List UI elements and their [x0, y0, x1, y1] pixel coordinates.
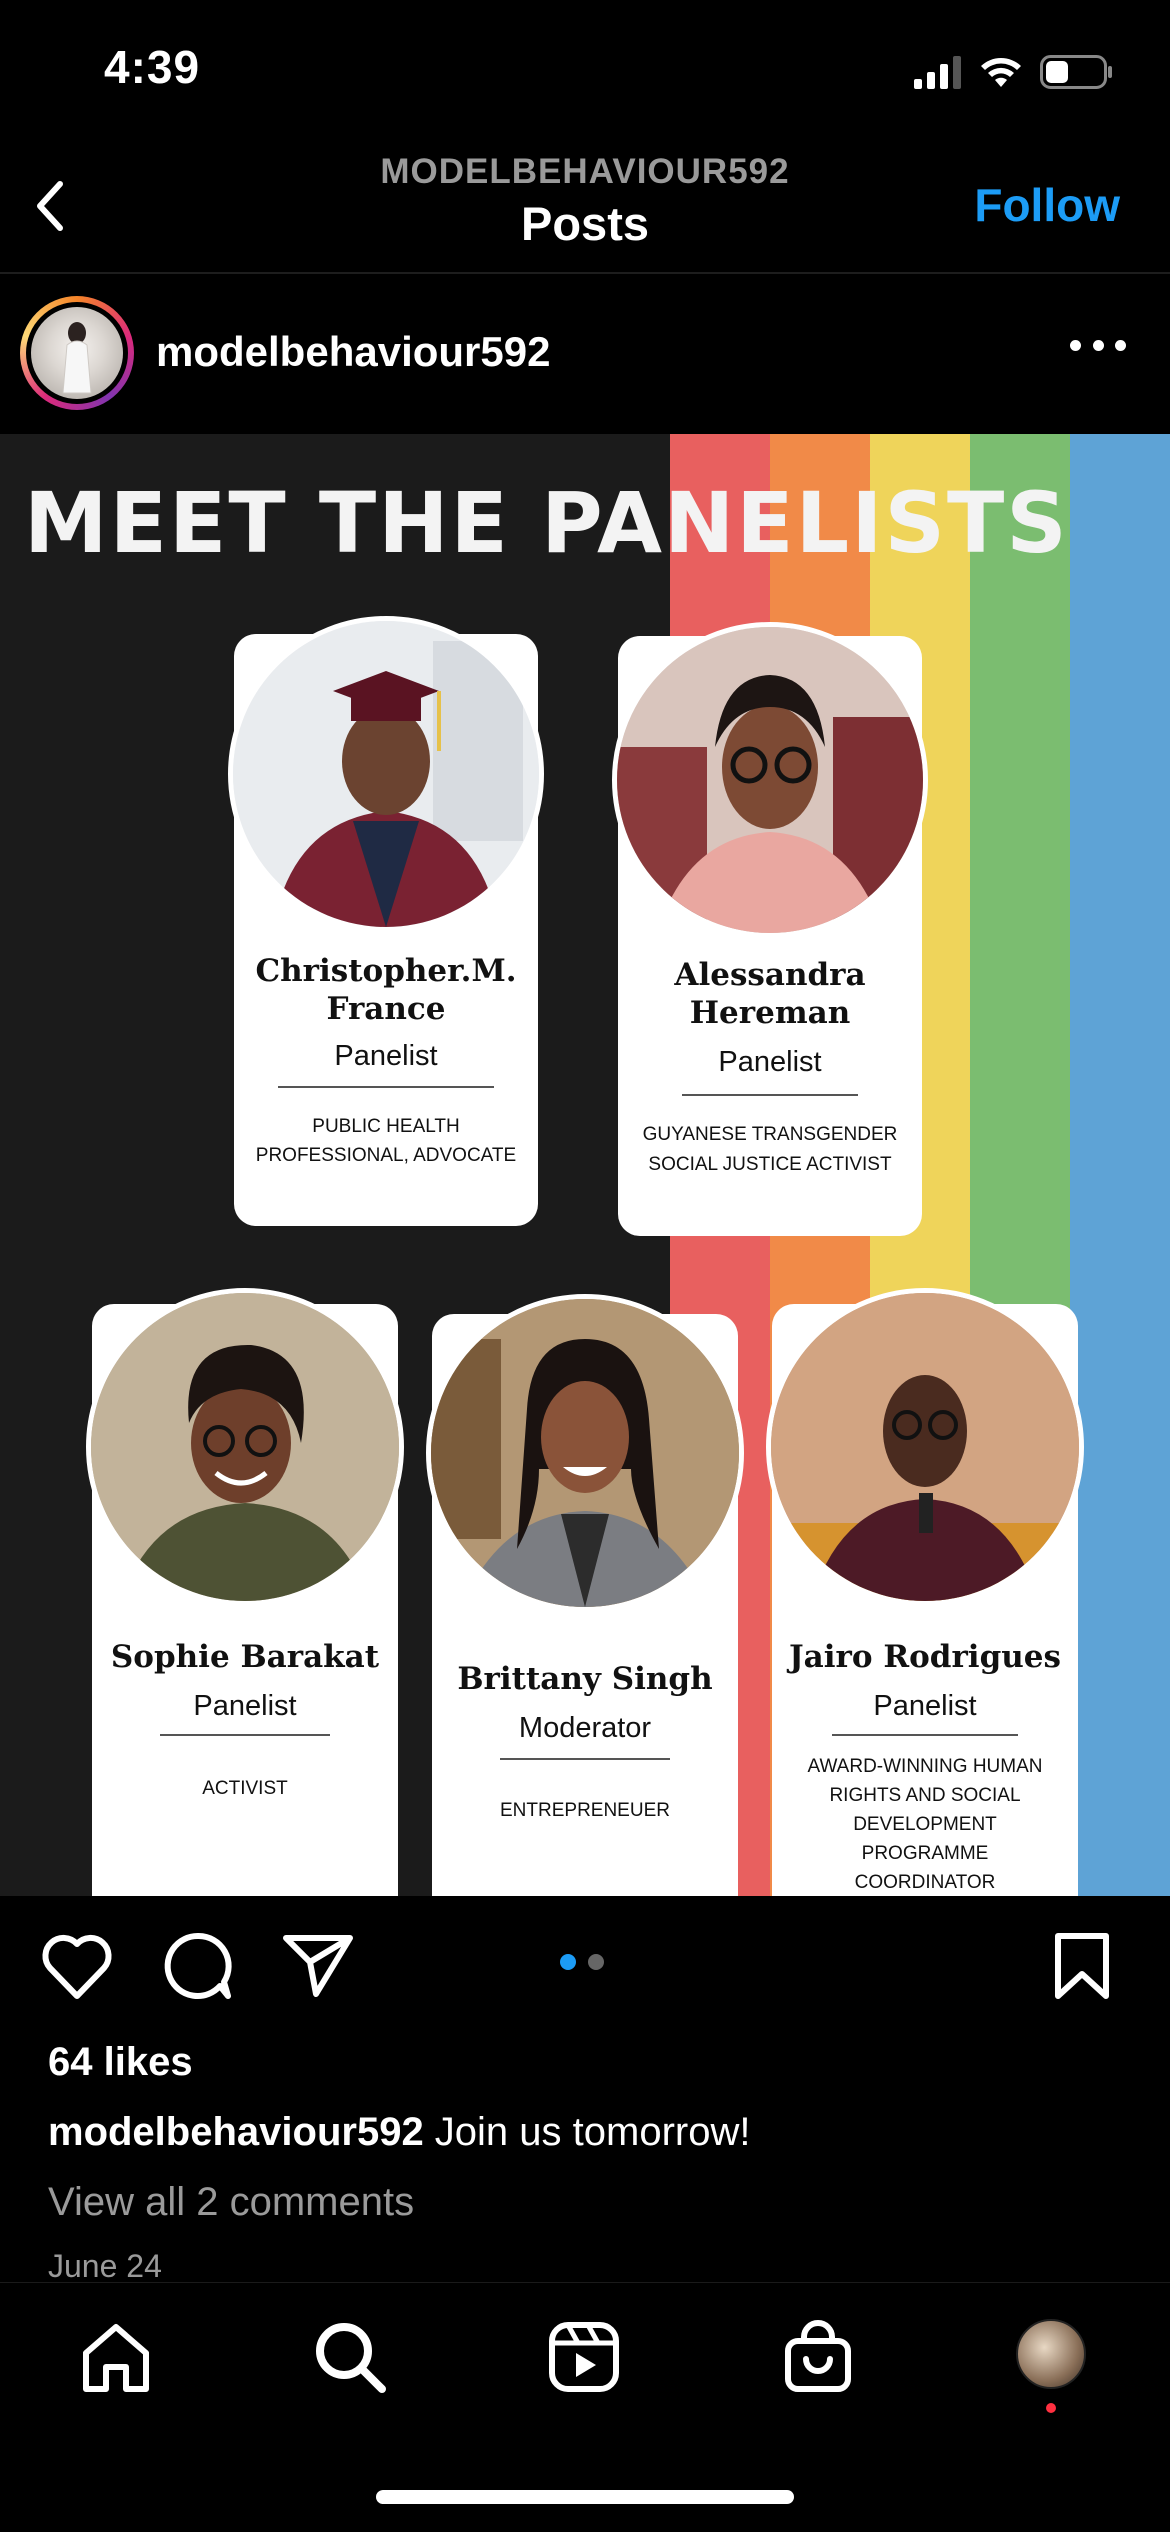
panelist-photo [86, 1288, 404, 1606]
author-avatar[interactable] [20, 296, 134, 410]
panelist-role: Panelist [334, 1040, 438, 1072]
notification-dot [1046, 2403, 1056, 2413]
divider [160, 1734, 330, 1736]
panelist-role: Moderator [518, 1712, 652, 1744]
post-image[interactable]: MEET THE PANELISTS Christopher.M. France… [0, 434, 1170, 1896]
share-button[interactable] [282, 1932, 354, 2003]
panelist-desc: DEVELOPMENT [853, 1814, 997, 1835]
carousel-indicator [560, 1954, 604, 1970]
header-divider [0, 272, 1170, 274]
status-icons [914, 52, 1114, 92]
panelist-card: Brittany Singh Moderator ENTREPRENEUER [426, 1294, 744, 1896]
panelist-card: Alessandra Hereman Panelist GUYANESE TRA… [612, 622, 928, 1236]
panelist-desc: PROFESSIONAL, ADVOCATE [255, 1145, 517, 1166]
likes-count[interactable]: 64 likes [48, 2040, 193, 2085]
battery-icon [1040, 55, 1112, 89]
caption-username[interactable]: modelbehaviour592 [48, 2110, 424, 2154]
divider [500, 1758, 670, 1760]
panelist-photo [766, 1288, 1084, 1606]
panelist-card: Jairo Rodrigues Panelist AWARD-WINNING H… [766, 1288, 1084, 1896]
like-button[interactable] [40, 1932, 114, 2007]
panelist-name: Jairo Rodrigues [789, 1639, 1061, 1675]
home-icon [83, 2324, 149, 2392]
more-options-button[interactable] [1070, 330, 1126, 360]
panelist-name: Brittany Singh [457, 1661, 713, 1697]
divider [832, 1734, 1018, 1736]
nav-search[interactable] [312, 2319, 388, 2400]
panelist-name: Sophie Barakat [110, 1639, 380, 1675]
panelist-role: Panelist [193, 1690, 297, 1722]
status-time: 4:39 [104, 41, 201, 93]
panelist-name-line2: France [326, 991, 446, 1027]
reels-icon [549, 2322, 619, 2392]
shop-icon [785, 2320, 851, 2392]
wifi-icon [981, 58, 1021, 87]
panelist-desc: SOCIAL JUSTICE ACTIVIST [648, 1154, 892, 1175]
caption: modelbehaviour592 Join us tomorrow! [48, 2110, 750, 2155]
panelist-name: Christopher.M. [255, 953, 517, 989]
panelist-desc: ENTREPRENEUER [500, 1800, 670, 1821]
home-indicator [376, 2490, 794, 2504]
panelist-desc: ACTIVIST [202, 1778, 288, 1799]
caption-text: Join us tomorrow! [423, 2110, 751, 2154]
divider [682, 1094, 858, 1096]
nav-shop[interactable] [780, 2319, 856, 2400]
search-icon [316, 2323, 386, 2393]
panelist-name: Alessandra [674, 957, 866, 993]
carousel-dot-active [560, 1954, 576, 1970]
panelist-desc: AWARD-WINNING HUMAN [807, 1756, 1043, 1777]
nav-profile[interactable] [1016, 2319, 1086, 2413]
view-comments-link[interactable]: View all 2 comments [48, 2180, 414, 2225]
profile-avatar [1016, 2319, 1086, 2389]
panelist-name-line2: Hereman [689, 995, 851, 1031]
comment-icon [164, 1932, 232, 1999]
bookmark-icon [1055, 1933, 1109, 1999]
save-button[interactable] [1052, 1932, 1112, 2007]
panelist-role: Panelist [873, 1690, 977, 1722]
image-heading: MEET THE PANELISTS [24, 474, 1069, 572]
panelist-desc: PUBLIC HEALTH [312, 1116, 460, 1137]
carousel-dot [588, 1954, 604, 1970]
rainbow-stripe-blue [1070, 434, 1170, 1896]
panelist-desc: COORDINATOR [854, 1872, 996, 1893]
panelist-photo [426, 1294, 744, 1612]
follow-button[interactable]: Follow [974, 178, 1120, 232]
panelist-desc: RIGHTS AND SOCIAL [829, 1785, 1021, 1806]
author-username[interactable]: modelbehaviour592 [156, 328, 550, 376]
heart-icon [42, 1934, 112, 1999]
post-date: June 24 [48, 2248, 162, 2284]
nav-reels[interactable] [546, 2319, 622, 2400]
panelist-card: Sophie Barakat Panelist ACTIVIST [86, 1288, 404, 1896]
divider [278, 1086, 494, 1088]
share-icon [283, 1935, 353, 1997]
more-icon [1070, 339, 1081, 351]
comment-button[interactable] [162, 1930, 234, 2007]
panelist-photo [612, 622, 928, 938]
panelist-desc: PROGRAMME [861, 1843, 989, 1864]
panelist-photo [228, 616, 544, 932]
panelist-role: Panelist [718, 1046, 822, 1078]
signal-icon [914, 56, 961, 89]
nav-home[interactable] [78, 2319, 154, 2400]
panelist-desc: GUYANESE TRANSGENDER [642, 1124, 898, 1145]
panelist-card: Christopher.M. France Panelist PUBLIC HE… [228, 616, 544, 1226]
